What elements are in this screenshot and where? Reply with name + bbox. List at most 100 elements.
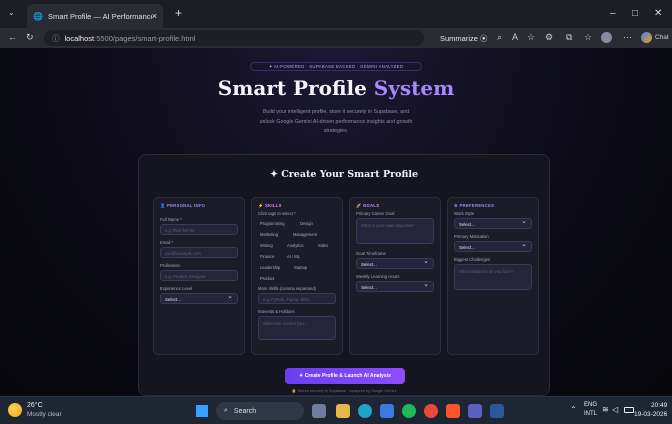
skill-chip[interactable]: Startup xyxy=(294,265,307,270)
skills-section: ⚡ SKILLS Click tags to select * Programm… xyxy=(251,197,343,355)
page-title-accent: System xyxy=(373,76,455,100)
browser-tab[interactable]: 🌐 Smart Profile — AI Performance A × xyxy=(27,4,163,28)
edge-icon[interactable] xyxy=(358,404,372,418)
search-label: Search xyxy=(233,407,257,415)
windows-start-icon[interactable] xyxy=(196,405,208,417)
tray-chevron-icon[interactable]: ⌃ xyxy=(570,405,577,414)
work-style-label: Work Style xyxy=(454,211,475,216)
skill-chip[interactable]: Writing xyxy=(260,243,273,248)
personal-info-heading: 👤 PERSONAL INFO xyxy=(160,203,206,208)
chrome-icon[interactable] xyxy=(424,404,438,418)
language-secondary[interactable]: INTL xyxy=(584,411,597,417)
motivation-label: Primary Motivation xyxy=(454,234,489,239)
profession-label: Profession xyxy=(160,263,180,268)
page-title-main: Smart Profile xyxy=(217,76,374,100)
career-goal-label: Primary Career Goal xyxy=(356,211,395,216)
copilot-icon[interactable] xyxy=(641,32,652,43)
experience-select[interactable]: Select... xyxy=(160,292,238,304)
chat-label[interactable]: Chat xyxy=(655,34,669,41)
word-icon[interactable] xyxy=(490,404,504,418)
minimize-button[interactable]: – xyxy=(610,8,616,19)
summarize-button[interactable]: Summarize ⦿ xyxy=(440,33,488,44)
email-label: Email * xyxy=(160,240,174,245)
taskbar-search[interactable]: ⌕ Search xyxy=(216,402,304,420)
skill-chip[interactable]: Management xyxy=(293,232,317,237)
profile-form-card: ✦ Create Your Smart Profile 👤 PERSONAL I… xyxy=(138,154,550,396)
skill-tags-label: Click tags to select * xyxy=(258,211,296,216)
summarize-label: Summarize xyxy=(440,34,478,43)
skill-chip[interactable]: Analytics xyxy=(287,243,303,248)
challenges-label: Biggest Challenges xyxy=(454,257,491,262)
address-toolbar: ← ↻ ⓘ localhost :5500/pages/smart-profil… xyxy=(0,28,672,48)
summarize-icon: ⦿ xyxy=(480,34,488,43)
language-primary[interactable]: ENG xyxy=(584,402,597,408)
full-name-input[interactable]: e.g. Ravi Mehta xyxy=(160,224,238,235)
page-subtitle: Build your intelligent profile, store it… xyxy=(259,109,413,134)
skill-chip[interactable]: Sales xyxy=(318,243,328,248)
search-icon: ⌕ xyxy=(224,407,228,414)
profile-avatar[interactable] xyxy=(601,32,612,43)
hero-badge: ✦ AI-POWERED · SUPABASE BACKED · GEMINI … xyxy=(250,62,422,71)
tab-title: Smart Profile — AI Performance A xyxy=(47,11,152,21)
read-aloud-icon[interactable]: A xyxy=(512,32,518,42)
store-icon[interactable] xyxy=(380,404,394,418)
timeframe-select[interactable]: Select... xyxy=(356,257,434,269)
back-icon[interactable]: ← xyxy=(8,32,17,42)
email-input[interactable]: you@example.com xyxy=(160,247,238,258)
more-skills-input[interactable]: e.g. Python, Figma, SEO xyxy=(258,293,336,304)
skill-chip[interactable]: Marketing xyxy=(260,232,278,237)
maximize-button[interactable]: □ xyxy=(632,8,638,19)
teams-icon[interactable] xyxy=(468,404,482,418)
create-profile-button[interactable]: ✦ Create Profile & Launch AI Analysis xyxy=(285,368,405,384)
work-style-select[interactable]: Select... xyxy=(454,217,532,229)
volume-icon[interactable]: ◁ xyxy=(612,405,618,414)
url-field[interactable]: ⓘ localhost :5500/pages/smart-profile.ht… xyxy=(44,30,424,46)
weather-icon[interactable] xyxy=(8,403,22,417)
skill-chip[interactable]: AI / ML xyxy=(287,254,300,259)
widgets-icon[interactable] xyxy=(312,404,326,418)
skill-chip[interactable]: Product xyxy=(260,276,274,281)
goals-heading: 🚀 GOALS xyxy=(356,203,380,208)
extensions-icon[interactable]: ⚙ xyxy=(545,32,553,43)
spotify-icon[interactable] xyxy=(402,404,416,418)
refresh-icon[interactable]: ↻ xyxy=(26,32,34,43)
favorites-icon[interactable]: ☆ xyxy=(584,32,592,43)
url-host: localhost xyxy=(64,33,95,43)
tab-close-icon[interactable]: × xyxy=(152,11,157,21)
full-name-label: Full Name * xyxy=(160,217,182,222)
more-skills-label: More Skills (comma separated) xyxy=(258,286,316,291)
skill-chip[interactable]: Design xyxy=(300,221,313,226)
goals-section: 🚀 GOALS Primary Career Goal What is your… xyxy=(349,197,441,355)
close-window-button[interactable]: ✕ xyxy=(654,8,662,19)
clock-time[interactable]: 20:49 xyxy=(651,402,667,409)
career-goal-textarea[interactable]: What is your main objective? xyxy=(356,218,434,244)
preferences-section: ⚙ PREFERENCES Work Style Select... Prima… xyxy=(447,197,539,355)
brave-icon[interactable] xyxy=(446,404,460,418)
personal-info-section: 👤 PERSONAL INFO Full Name * e.g. Ravi Me… xyxy=(153,197,245,355)
form-title: ✦ Create Your Smart Profile xyxy=(269,169,419,180)
page-title: Smart Profile System xyxy=(0,76,672,100)
weather-temp: 26°C xyxy=(27,402,43,409)
zoom-icon[interactable]: ⌕ xyxy=(497,32,502,43)
interests-textarea[interactable]: What else excites you... xyxy=(258,316,336,340)
page-viewport: ✦ AI-POWERED · SUPABASE BACKED · GEMINI … xyxy=(0,48,672,396)
challenges-textarea[interactable]: What obstacles do you face? xyxy=(454,264,532,290)
file-explorer-icon[interactable] xyxy=(336,404,350,418)
weather-desc: Mostly clear xyxy=(27,411,62,418)
skill-chip[interactable]: Leadership xyxy=(260,265,280,270)
motivation-select[interactable]: Select... xyxy=(454,240,532,252)
battery-icon[interactable] xyxy=(624,407,634,413)
more-menu-icon[interactable]: ··· xyxy=(623,32,632,42)
learning-hours-select[interactable]: Select... xyxy=(356,280,434,292)
new-tab-button[interactable]: + xyxy=(175,6,182,20)
profession-input[interactable]: e.g. Product Designer xyxy=(160,270,238,281)
skill-chip[interactable]: Finance xyxy=(260,254,275,259)
skill-chip[interactable]: Programming xyxy=(260,221,285,226)
clock-date[interactable]: 19-03-2026 xyxy=(634,411,667,418)
wifi-icon[interactable]: ≋ xyxy=(602,405,609,414)
tab-menu-icon[interactable]: ⌄ xyxy=(8,8,15,17)
experience-label: Experience Level xyxy=(160,286,193,291)
collections-icon[interactable]: ⧉ xyxy=(566,32,572,43)
browser-titlebar: ⌄ 🌐 Smart Profile — AI Performance A × +… xyxy=(0,0,672,28)
favorite-star-icon[interactable]: ☆ xyxy=(527,32,535,43)
